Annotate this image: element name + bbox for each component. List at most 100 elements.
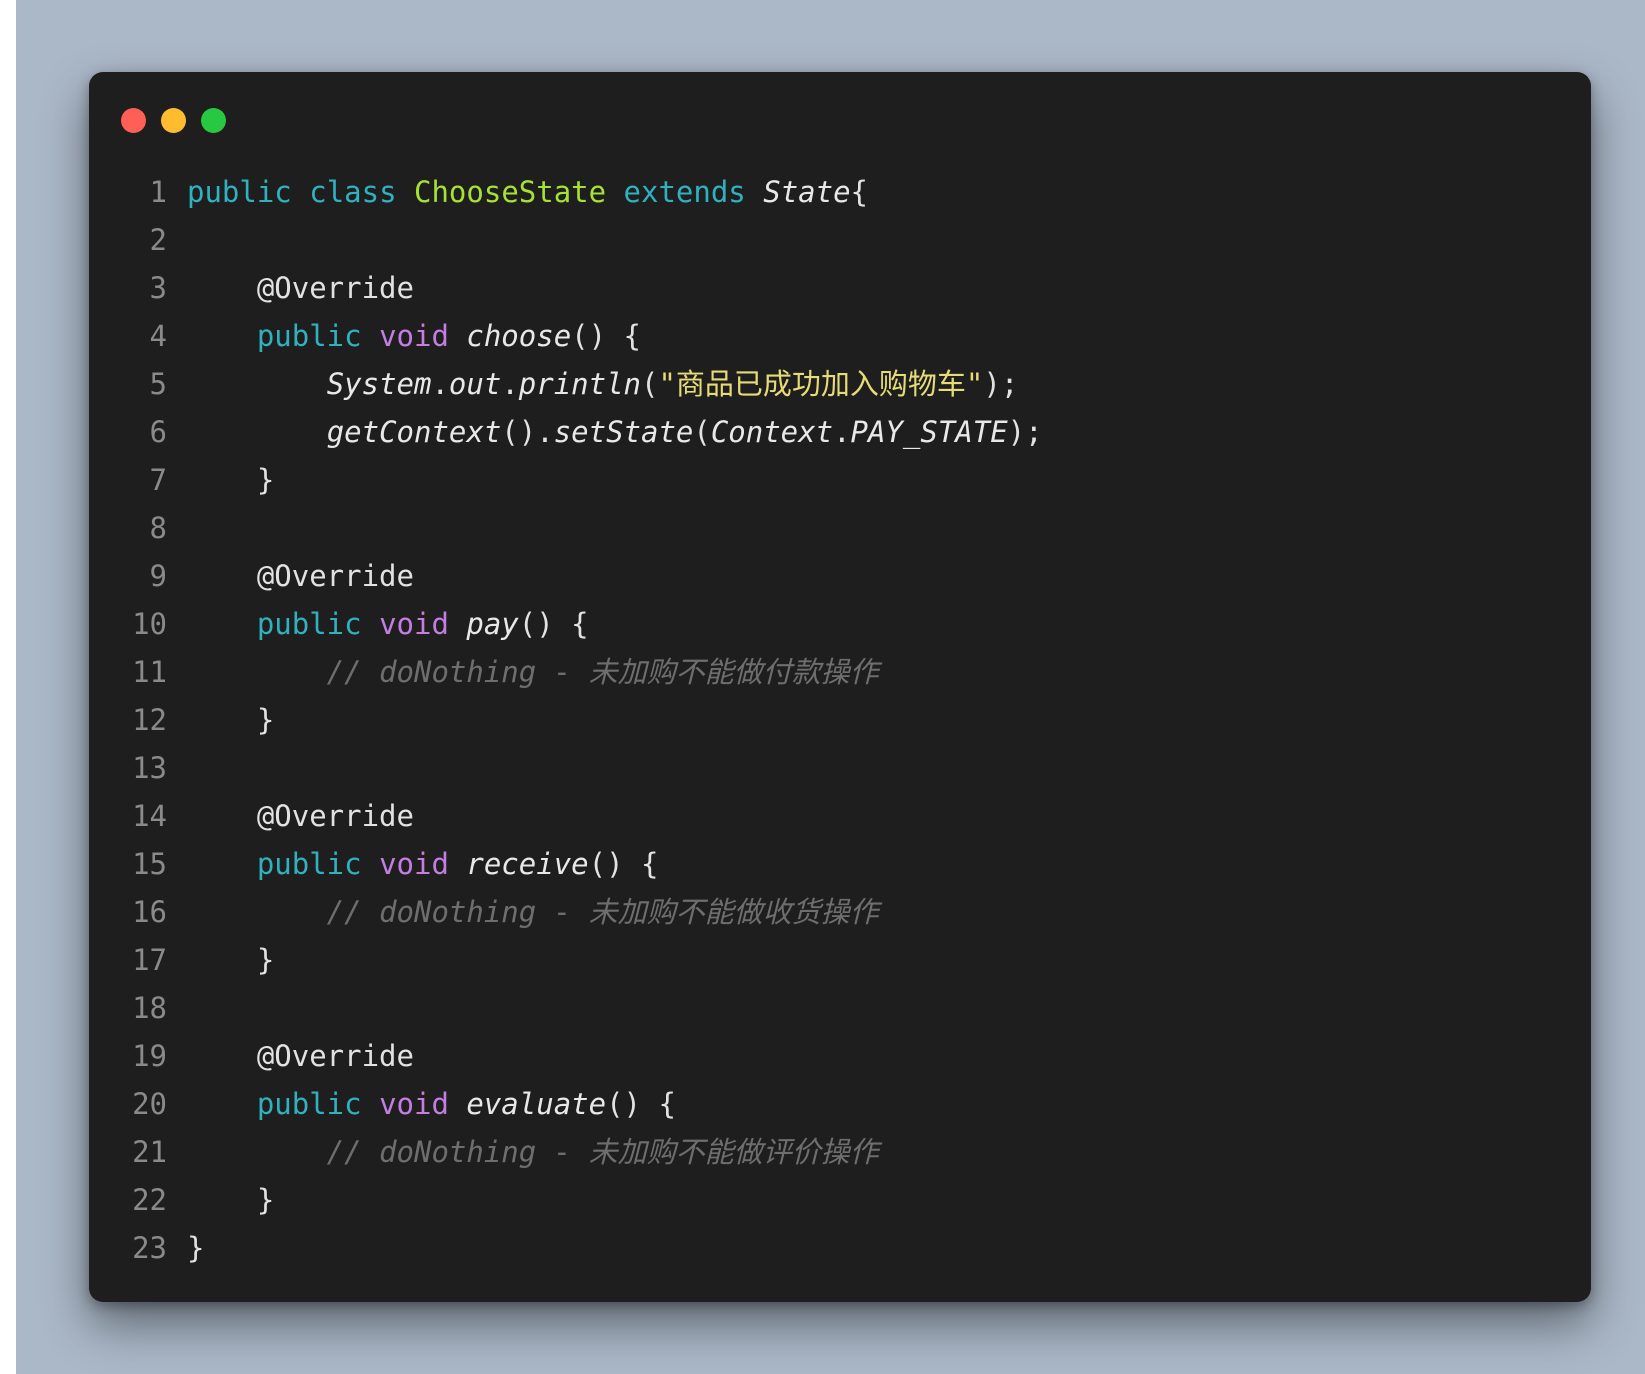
code-token: void [379,607,449,641]
code-line: 12 } [89,696,1591,744]
line-number: 3 [149,271,167,305]
code-line: 17 } [89,936,1591,984]
close-dot-icon[interactable] [121,108,146,133]
line-number: 11 [132,655,167,689]
code-token: void [379,847,449,881]
line-number: 20 [132,1087,167,1121]
code-token: out [448,367,502,401]
line-number: 9 [149,559,167,593]
line-text: } [187,456,274,504]
code-token: () { [588,847,659,881]
minimize-dot-icon[interactable] [161,108,186,133]
line-text: @Override [187,552,414,600]
code-token: () { [571,319,641,353]
line-text: public void pay() { [187,600,589,648]
line-number: 19 [132,1039,167,1073]
line-text: @Override [187,792,414,840]
line-text: getContext().setState(Context.PAY_STATE)… [187,408,1043,456]
code-token: // doNothing - 未加购不能做付款操作 [326,655,879,689]
line-text: @Override [187,264,414,312]
code-token: public [256,319,362,353]
code-token: ( [641,367,659,401]
code-token: Context [710,415,834,449]
code-token: // doNothing - 未加购不能做评价操作 [326,1135,879,1169]
code-token: // doNothing - 未加购不能做收货操作 [326,895,879,929]
code-token: @Override [256,1039,414,1073]
code-line: 20 public void evaluate() { [89,1080,1591,1128]
code-line: 13 [89,744,1591,792]
code-token: } [187,943,275,977]
code-token: evaluate [466,1087,607,1121]
line-text: public void choose() { [187,312,641,360]
line-number: 10 [132,607,167,641]
code-token: . [501,367,519,401]
line-text: @Override [187,1032,414,1080]
code-token: . [833,415,851,449]
code-line: 5 System.out.println("商品已成功加入购物车"); [89,360,1591,408]
line-number: 4 [149,319,167,353]
code-token: public [256,1087,362,1121]
line-text: System.out.println("商品已成功加入购物车"); [187,360,1019,408]
code-token: class [309,175,397,209]
line-text: } [187,1176,274,1224]
line-number: 12 [132,703,167,737]
code-token: ( [693,415,711,449]
code-token: } [187,463,275,497]
line-text: public class ChooseState extends State{ [187,168,868,216]
line-number: 6 [149,415,167,449]
code-line: 18 [89,984,1591,1032]
code-token: setState [553,415,694,449]
code-token: State [763,175,851,209]
line-number: 5 [149,367,167,401]
code-line: 21 // doNothing - 未加购不能做评价操作 [89,1128,1591,1176]
code-token: () { [606,1087,676,1121]
code-token: } [187,703,275,737]
code-token: { [850,175,869,209]
code-token: (). [501,415,554,449]
line-number: 13 [132,751,167,785]
code-line: 19 @Override [89,1032,1591,1080]
line-number: 7 [149,463,167,497]
code-line: 8 [89,504,1591,552]
maximize-dot-icon[interactable] [201,108,226,133]
line-number: 17 [132,943,167,977]
code-token: choose [466,319,572,353]
code-token: public [187,175,292,209]
code-token: "商品已成功加入购物车" [658,367,984,401]
line-number: 18 [132,991,167,1025]
line-number: 2 [149,223,167,257]
line-number: 23 [132,1231,167,1265]
code-token: receive [466,847,589,881]
code-token: @Override [256,271,414,305]
code-line: 1 public class ChooseState extends State{ [89,168,1591,216]
code-block: 1 public class ChooseState extends State{… [89,168,1591,1272]
code-token: public [256,847,362,881]
code-token: System [326,367,432,401]
code-line: 4 public void choose() { [89,312,1591,360]
code-token: println [518,367,641,401]
code-token: } [187,1183,275,1217]
code-line: 15 public void receive() { [89,840,1591,888]
code-line: 2 [89,216,1591,264]
line-text: public void evaluate() { [187,1080,676,1128]
code-token: void [379,319,449,353]
code-line: 7 } [89,456,1591,504]
code-token: public [256,607,362,641]
